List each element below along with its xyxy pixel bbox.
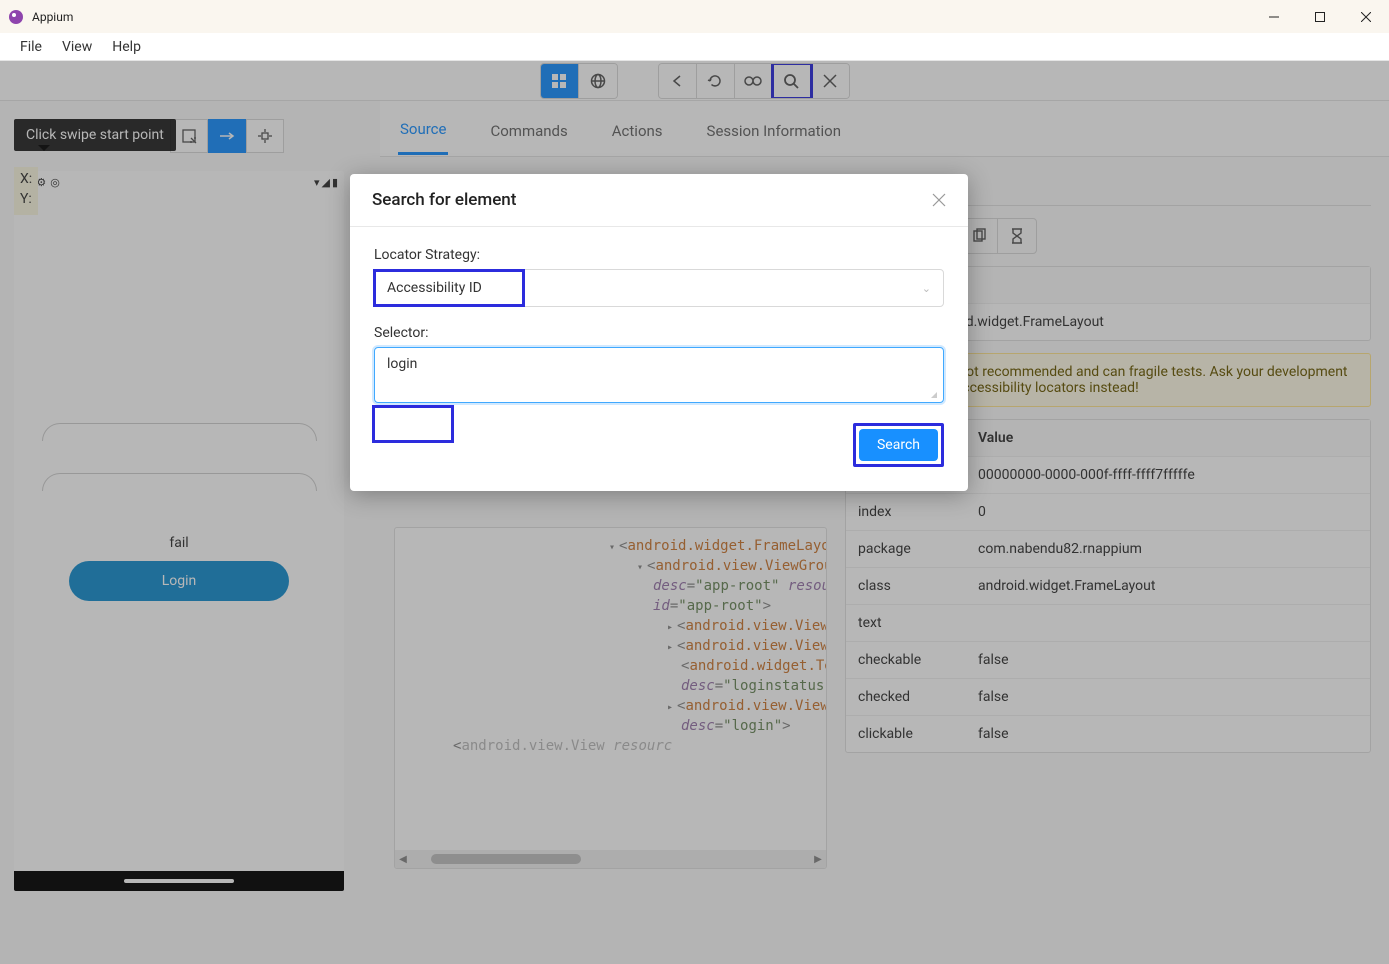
search-element-modal: Search for element Locator Strategy: Acc… [350,174,968,491]
locator-strategy-label: Locator Strategy: [374,247,944,263]
close-button[interactable] [1343,0,1389,33]
resize-handle-icon[interactable] [927,388,937,398]
selector-input[interactable]: login [374,347,944,403]
menu-view[interactable]: View [52,35,102,59]
modal-title: Search for element [372,190,516,210]
menubar: File View Help [0,33,1389,61]
highlight-box: Search [853,423,944,467]
search-button[interactable]: Search [859,429,938,461]
titlebar: Appium [0,0,1389,33]
appium-logo-icon [8,9,24,25]
window-title: Appium [32,10,73,24]
locator-strategy-value: Accessibility ID [387,280,482,296]
maximize-button[interactable] [1297,0,1343,33]
selector-input-value: login [387,356,417,372]
locator-strategy-select[interactable]: Accessibility ID ⌄ [374,269,944,307]
chevron-down-icon: ⌄ [922,282,931,295]
modal-close-button[interactable] [932,193,946,207]
menu-help[interactable]: Help [102,35,151,59]
menu-file[interactable]: File [10,35,52,59]
selector-label: Selector: [374,325,944,341]
minimize-button[interactable] [1251,0,1297,33]
